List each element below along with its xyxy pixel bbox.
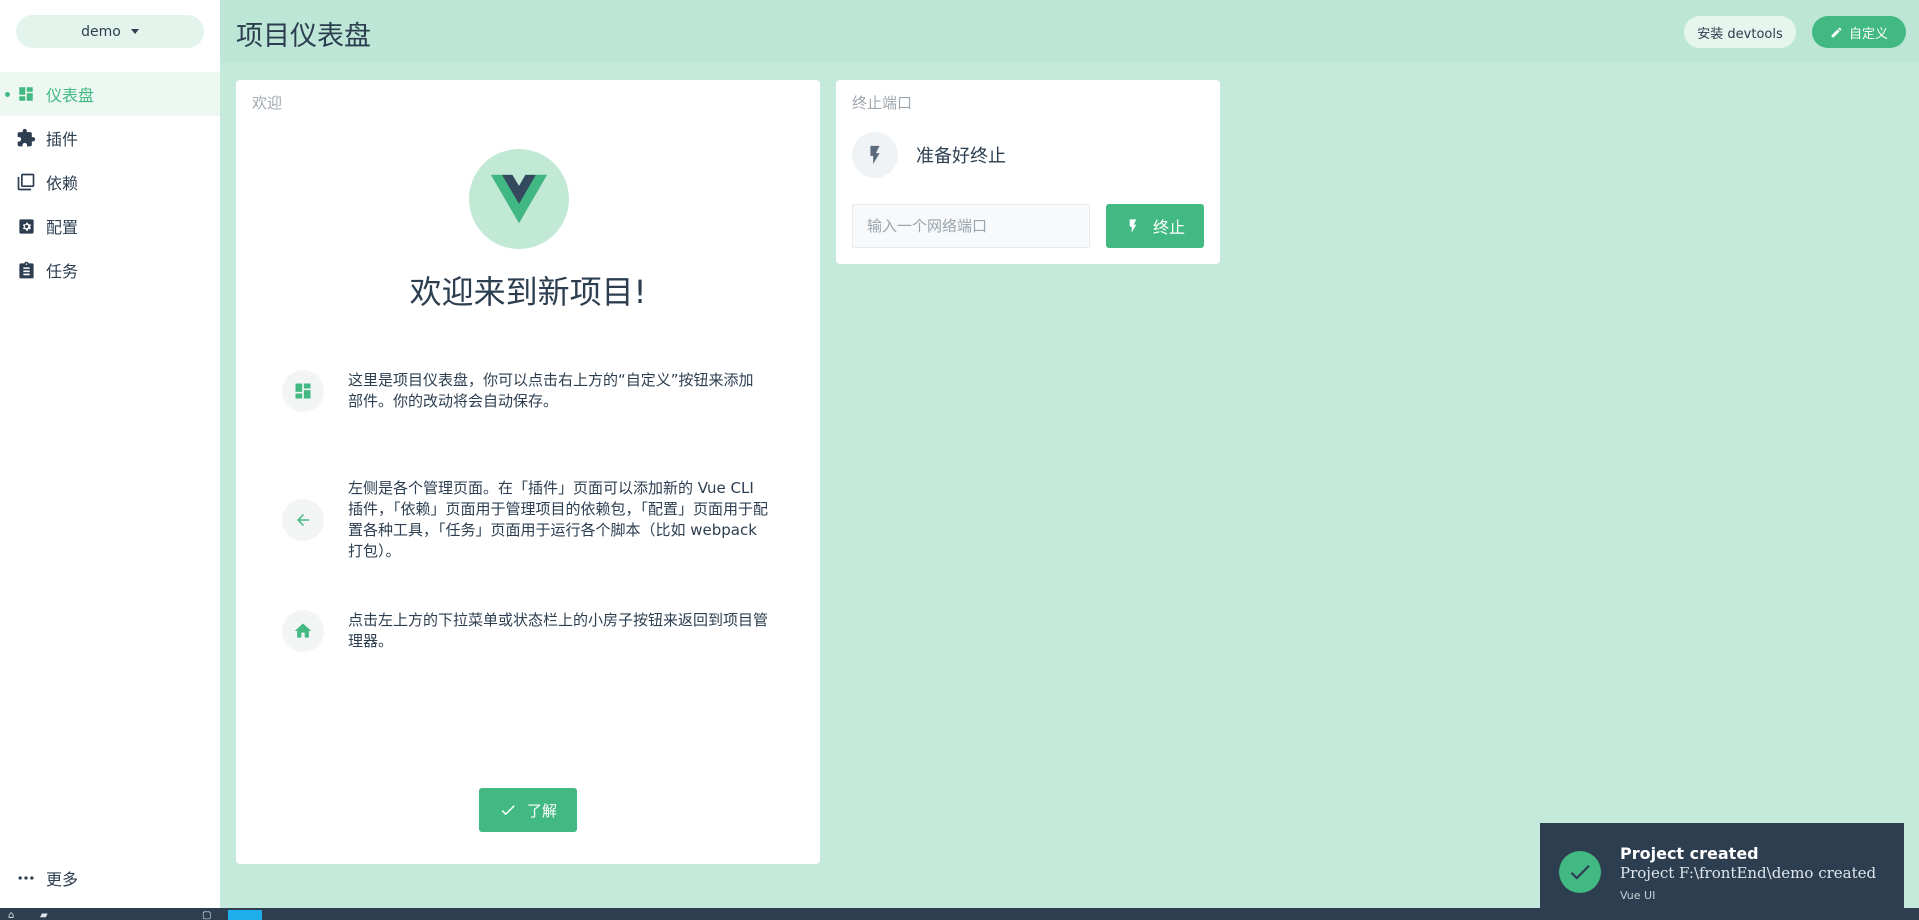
sidebar-item-configuration[interactable]: 配置 (0, 204, 220, 248)
dashboard-icon (16, 84, 36, 104)
library-books-icon (16, 172, 36, 192)
install-devtools-button[interactable]: 安装 devtools (1684, 16, 1796, 48)
toast-source: Vue UI (1620, 889, 1656, 902)
kill-label: 终止 (1152, 218, 1185, 237)
home-icon (282, 610, 324, 652)
top-header: 项目仪表盘 安装 devtools 自定义 (220, 0, 1919, 63)
sidebar-item-label: 任务 (46, 262, 79, 281)
project-name: demo (81, 23, 121, 40)
tip-text: 左侧是各个管理页面。在「插件」页面可以添加新的 Vue CLI 插件，「依赖」页… (348, 479, 769, 560)
flash-icon (852, 132, 898, 178)
flash-icon (1129, 219, 1137, 233)
home-icon[interactable]: ⌂ (8, 910, 14, 920)
vue-logo (469, 149, 569, 249)
customize-button[interactable]: 自定义 (1812, 16, 1906, 48)
sidebar-item-dashboard[interactable]: 仪表盘 (0, 72, 220, 116)
clipboard-icon (16, 260, 36, 280)
port-input[interactable] (852, 204, 1090, 248)
sidebar-item-label: 仪表盘 (46, 86, 95, 105)
kill-status: 准备好终止 (852, 132, 1006, 178)
check-icon (501, 805, 515, 816)
dashboard-icon (282, 370, 324, 412)
customize-label: 自定义 (1848, 26, 1888, 42)
tip-item: 点击左上方的下拉菜单或状态栏上的小房子按钮来返回到项目管理器。 (282, 610, 782, 652)
toast-message: Project F:\frontEnd\demo created (1620, 864, 1877, 882)
sidebar-item-label: 配置 (46, 218, 79, 237)
kill-button[interactable]: 终止 (1106, 204, 1204, 248)
sidebar-item-tasks[interactable]: 任务 (0, 248, 220, 292)
kill-port-widget: 终止端口 准备好终止 终止 (836, 80, 1220, 264)
tip-text: 点击左上方的下拉菜单或状态栏上的小房子按钮来返回到项目管理器。 (348, 611, 769, 650)
widget-title: 终止端口 (852, 94, 913, 112)
welcome-widget: 欢迎 欢迎来到新项目! 这里是项目仪表盘，你可以点击右上方的“自定义”按钮来添加… (236, 80, 820, 864)
check-circle-icon (1559, 851, 1601, 893)
got-it-button[interactable]: 了解 (479, 788, 577, 832)
got-it-label: 了解 (526, 801, 557, 820)
tip-item: 左侧是各个管理页面。在「插件」页面可以添加新的 Vue CLI 插件，「依赖」页… (282, 478, 782, 562)
sidebar-more-label: 更多 (46, 870, 79, 889)
puzzle-icon (16, 128, 36, 148)
kill-status-text: 准备好终止 (916, 146, 1006, 167)
settings-box-icon (16, 216, 36, 236)
sidebar-more[interactable]: 更多 (0, 856, 220, 900)
sidebar: demo 仪表盘 插件 依赖 配置 任务 更多 (0, 0, 220, 908)
page-title: 项目仪表盘 (236, 21, 371, 52)
pencil-icon (1831, 27, 1842, 37)
sidebar-nav: 仪表盘 插件 依赖 配置 任务 (0, 72, 220, 292)
status-bar: ⌂ ▰ ▢ (0, 908, 1919, 920)
welcome-heading: 欢迎来到新项目! (409, 273, 647, 311)
tip-text: 这里是项目仪表盘，你可以点击右上方的“自定义”按钮来添加部件。你的改动将会自动保… (348, 371, 754, 410)
active-indicator (5, 92, 10, 97)
vue-logo-icon (491, 174, 547, 224)
sidebar-item-label: 依赖 (46, 174, 79, 193)
arrow-left-icon (282, 499, 324, 541)
tip-item: 这里是项目仪表盘，你可以点击右上方的“自定义”按钮来添加部件。你的改动将会自动保… (282, 370, 782, 412)
toast-title: Project created (1620, 844, 1759, 863)
sidebar-item-dependencies[interactable]: 依赖 (0, 160, 220, 204)
terminal-icon[interactable]: ▢ (202, 910, 211, 920)
project-select-dropdown[interactable]: demo (16, 15, 204, 48)
notification-toast[interactable]: Project created Project F:\frontEnd\demo… (1540, 823, 1904, 920)
dots-horizontal-icon (16, 868, 36, 888)
widget-title: 欢迎 (252, 94, 283, 112)
caret-down-icon (130, 29, 139, 34)
status-badge (228, 910, 262, 920)
folder-icon[interactable]: ▰ (40, 910, 48, 920)
sidebar-item-label: 插件 (46, 130, 79, 149)
sidebar-item-plugins[interactable]: 插件 (0, 116, 220, 160)
